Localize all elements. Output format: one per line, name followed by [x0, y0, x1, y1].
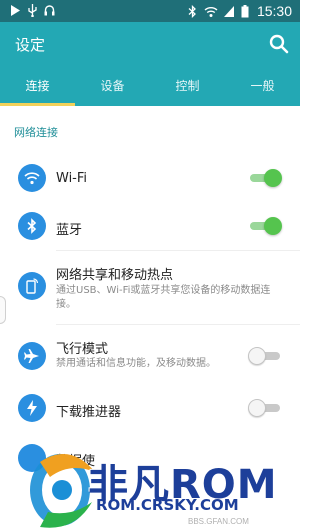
- airplane-mode-toggle[interactable]: [248, 347, 282, 365]
- wifi-row[interactable]: Wi-Fi: [0, 158, 300, 198]
- wifi-icon: [18, 164, 46, 192]
- airplane-mode-label: 飞行模式: [56, 342, 109, 357]
- tab-connections[interactable]: 连接: [0, 68, 75, 106]
- wifi-status-icon: [204, 6, 218, 17]
- divider: [56, 324, 300, 325]
- tab-general[interactable]: 一般: [225, 68, 300, 106]
- toggle-thumb: [264, 217, 282, 235]
- wifi-toggle[interactable]: [248, 169, 282, 187]
- usb-icon: [28, 4, 37, 17]
- bluetooth-status-icon: [188, 4, 196, 18]
- tab-controls[interactable]: 控制: [150, 68, 225, 106]
- page-title: 设定: [15, 36, 46, 54]
- bluetooth-row[interactable]: 蓝牙: [0, 206, 300, 246]
- tab-label: 一般: [250, 79, 275, 93]
- download-booster-row[interactable]: 下载推进器: [0, 390, 300, 430]
- headset-icon: [44, 5, 55, 16]
- airplane-mode-row[interactable]: 飞行模式 禁用通话和信息功能，及移动数据。: [0, 332, 300, 380]
- toggle-thumb: [248, 347, 266, 365]
- watermark-forum: BBS.GFAN.COM: [188, 517, 249, 526]
- tab-label: 设备: [100, 79, 125, 93]
- download-booster-icon: [18, 394, 46, 422]
- tab-label: 控制: [175, 79, 200, 93]
- bluetooth-label: 蓝牙: [56, 223, 83, 238]
- tethering-description: 通过USB、Wi-Fi或蓝牙共享您设备的移动数据连接。: [56, 285, 271, 310]
- edge-panel-handle[interactable]: [0, 296, 6, 324]
- watermark-domain: ROM.CRSKY.COM: [96, 496, 239, 514]
- search-button[interactable]: [268, 33, 290, 55]
- toggle-thumb: [264, 169, 282, 187]
- app-bar: 设定: [0, 22, 300, 68]
- airplane-icon: [18, 342, 46, 370]
- hotspot-icon: [18, 272, 46, 300]
- tab-device[interactable]: 设备: [75, 68, 150, 106]
- bluetooth-toggle[interactable]: [248, 217, 282, 235]
- battery-icon: [241, 4, 249, 17]
- toggle-thumb: [248, 399, 266, 417]
- signal-icon: [223, 5, 234, 17]
- tethering-row[interactable]: 网络共享和移动热点 通过USB、Wi-Fi或蓝牙共享您设备的移动数据连接。: [0, 256, 300, 318]
- tethering-label: 网络共享和移动热点: [56, 268, 174, 283]
- wifi-label: Wi-Fi: [56, 171, 88, 186]
- bluetooth-icon: [18, 212, 46, 240]
- divider: [56, 250, 300, 251]
- status-bar: 15:30: [0, 0, 300, 22]
- section-header: 网络连接: [14, 126, 58, 139]
- download-booster-label: 下载推进器: [56, 405, 122, 420]
- play-icon: [11, 5, 20, 16]
- tab-bar: 连接 设备 控制 一般: [0, 68, 300, 106]
- data-usage-icon: [18, 444, 46, 472]
- search-icon: [269, 34, 289, 54]
- status-time: 15:30: [256, 3, 292, 19]
- tab-label: 连接: [25, 79, 50, 93]
- download-booster-toggle[interactable]: [248, 399, 282, 417]
